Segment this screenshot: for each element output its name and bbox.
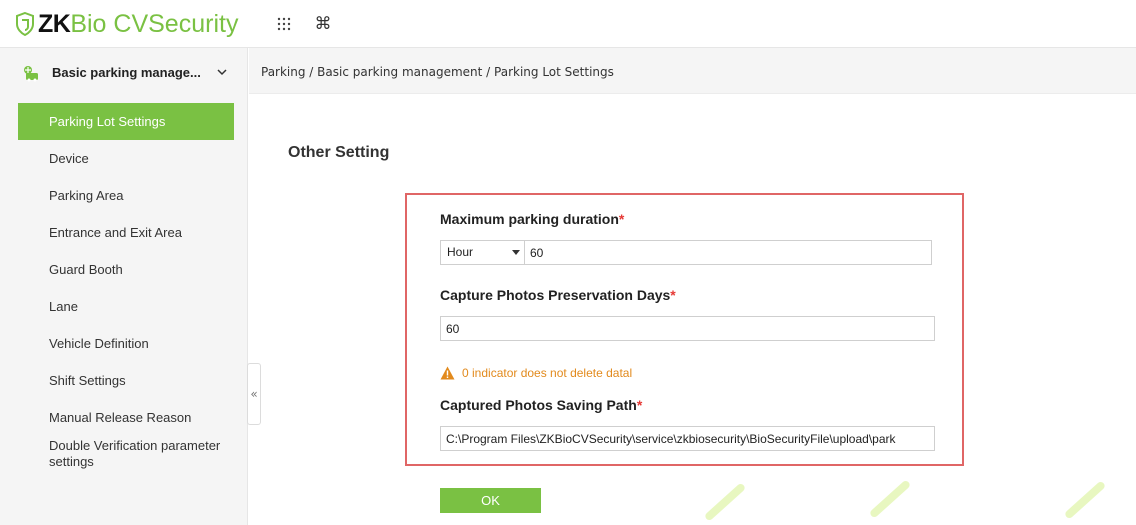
section-title: Other Setting xyxy=(288,144,390,161)
duration-unit-value: Hour xyxy=(447,245,474,259)
breadcrumb-bar: Parking / Basic parking management / Par… xyxy=(249,48,1136,94)
sidebar-collapse-button[interactable]: « xyxy=(247,363,261,425)
max-duration-input[interactable] xyxy=(524,240,932,265)
ok-button[interactable]: OK xyxy=(440,488,541,513)
dropdown-arrow-icon xyxy=(512,250,520,255)
breadcrumb: Parking / Basic parking management / Par… xyxy=(261,65,614,79)
required-marker: * xyxy=(618,211,625,227)
sidebar-item-device[interactable]: Device xyxy=(18,140,234,177)
sidebar-item-double-verification[interactable]: Double Verification parameter settings xyxy=(18,435,234,472)
sidebar-item-guard-booth[interactable]: Guard Booth xyxy=(18,251,234,288)
sidebar-item-parking-area[interactable]: Parking Area xyxy=(18,177,234,214)
sidebar: Basic parking manage... Parking Lot Sett… xyxy=(0,48,248,525)
warning-message: 0 indicator does not delete datal xyxy=(440,366,632,380)
command-icon[interactable]: ⌘ xyxy=(311,12,335,36)
saving-path-input[interactable] xyxy=(440,426,935,451)
sidebar-item-lane[interactable]: Lane xyxy=(18,288,234,325)
preservation-days-input[interactable] xyxy=(440,316,935,341)
watermark-decoration xyxy=(703,482,747,522)
logo-prefix: ZK xyxy=(38,10,71,38)
watermark-decoration xyxy=(1063,480,1107,520)
duration-unit-select[interactable]: Hour xyxy=(440,240,525,265)
app-logo[interactable]: ZKBio CVSecurity xyxy=(15,9,238,39)
parking-module-icon xyxy=(24,66,38,82)
sidebar-item-vehicle-definition[interactable]: Vehicle Definition xyxy=(18,325,234,362)
max-duration-label: Maximum parking duration* xyxy=(440,211,625,227)
shield-logo-icon xyxy=(16,12,34,36)
grid-icon[interactable] xyxy=(272,12,296,36)
module-selector[interactable]: Basic parking manage... xyxy=(0,48,248,100)
sidebar-item-shift-settings[interactable]: Shift Settings xyxy=(18,362,234,399)
watermark-decoration xyxy=(868,479,912,519)
warning-text: 0 indicator does not delete datal xyxy=(462,366,633,380)
sidebar-item-parking-lot-settings[interactable]: Parking Lot Settings xyxy=(18,103,234,140)
sidebar-item-manual-release-reason[interactable]: Manual Release Reason xyxy=(18,399,234,436)
preservation-days-label: Capture Photos Preservation Days* xyxy=(440,287,676,303)
warning-icon xyxy=(440,366,455,380)
top-bar: ZKBio CVSecurity ⌘ xyxy=(0,0,1136,48)
sidebar-item-entrance-exit-area[interactable]: Entrance and Exit Area xyxy=(18,214,234,251)
required-marker: * xyxy=(670,287,676,303)
saving-path-label: Captured Photos Saving Path* xyxy=(440,397,643,413)
logo-name: Bio CVSecurity xyxy=(70,10,239,38)
module-label: Basic parking manage... xyxy=(52,65,201,80)
required-marker: * xyxy=(636,397,643,413)
chevron-down-icon xyxy=(217,69,227,76)
